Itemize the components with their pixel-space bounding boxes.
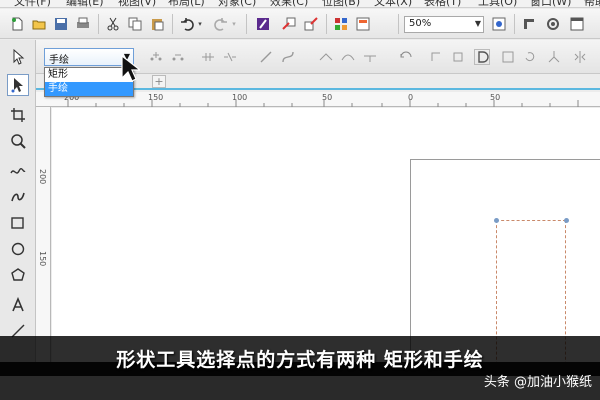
menu-view[interactable]: 视图(V) [118, 0, 156, 7]
shape-node[interactable] [494, 218, 499, 223]
save-icon[interactable] [52, 15, 70, 33]
menu-effects[interactable]: 效果(C) [270, 0, 308, 7]
redo-icon[interactable] [212, 15, 230, 33]
ruler-label: 150 [38, 251, 47, 267]
mirror-nodes-icon[interactable] [572, 49, 588, 65]
shape-node[interactable] [564, 218, 569, 223]
chevron-down-icon: ▼ [474, 19, 481, 28]
smooth-node-icon[interactable] [340, 49, 356, 65]
application-launcher-icon[interactable] [332, 15, 350, 33]
option-freehand[interactable]: 手绘 [45, 82, 133, 96]
extract-subpath-icon[interactable] [450, 49, 466, 65]
view-mode-icon[interactable] [568, 15, 586, 33]
menu-text[interactable]: 文本(X) [374, 0, 412, 7]
rectangle-tool-icon[interactable] [7, 212, 29, 234]
menu-edit[interactable]: 编辑(E) [66, 0, 104, 7]
menu-help[interactable]: 帮助 [584, 0, 600, 7]
full-screen-preview-icon[interactable] [490, 15, 508, 33]
convert-to-curve-icon[interactable] [280, 49, 296, 65]
menu-layout[interactable]: 布局(L) [168, 0, 205, 7]
welcome-screen-icon[interactable] [354, 15, 372, 33]
toolbox [0, 40, 36, 362]
import-icon[interactable] [280, 15, 298, 33]
ruler-label: 200 [38, 169, 47, 185]
menu-bar: 文件(F) 编辑(E) 视图(V) 布局(L) 对象(C) 效果(C) 位图(B… [0, 0, 600, 8]
options-icon[interactable] [544, 15, 562, 33]
break-curve-icon[interactable] [222, 49, 238, 65]
menu-tools[interactable]: 工具(O) [478, 0, 517, 7]
ruler-label: 150 [148, 93, 164, 102]
subtitle-text: 形状工具选择点的方式有两种 矩形和手绘 [116, 349, 484, 371]
convert-to-line-icon[interactable] [258, 49, 274, 65]
paste-icon[interactable] [148, 15, 166, 33]
open-icon[interactable] [30, 15, 48, 33]
ruler-label: 100 [232, 93, 248, 102]
snap-to-icon[interactable] [520, 15, 538, 33]
export-icon[interactable] [302, 15, 320, 33]
cusp-node-icon[interactable] [318, 49, 334, 65]
auto-close-icon[interactable] [474, 49, 490, 65]
add-node-icon[interactable] [148, 49, 164, 65]
reverse-direction-icon[interactable] [398, 49, 414, 65]
vertical-ruler[interactable]: 200 150 [36, 107, 51, 362]
print-icon[interactable] [74, 15, 92, 33]
ruler-label: 0 [408, 93, 414, 102]
undo-dropdown-icon[interactable]: ▾ [196, 15, 204, 33]
app-window: 文件(F) 编辑(E) 视图(V) 布局(L) 对象(C) 效果(C) 位图(B… [0, 0, 600, 362]
ruler-label: 50 [490, 93, 501, 102]
freehand-tool-icon[interactable] [7, 160, 29, 182]
menu-window[interactable]: 窗口(W) [530, 0, 571, 7]
smart-fill-tool-icon[interactable] [7, 186, 29, 208]
new-tab-button[interactable]: + [152, 75, 166, 88]
rotate-node-icon[interactable] [522, 49, 538, 65]
polygon-tool-icon[interactable] [7, 264, 29, 286]
undo-icon[interactable] [178, 15, 196, 33]
shape-tool-icon[interactable] [7, 74, 29, 96]
delete-node-icon[interactable] [170, 49, 186, 65]
stretch-node-icon[interactable] [500, 49, 516, 65]
redo-dropdown-icon[interactable]: ▾ [230, 15, 238, 33]
zoom-tool-icon[interactable] [7, 130, 29, 152]
drawing-canvas[interactable] [52, 108, 600, 362]
menu-object[interactable]: 对象(C) [218, 0, 256, 7]
watermark: 头条 @加油小猴纸 [483, 375, 592, 390]
join-nodes-icon[interactable] [200, 49, 216, 65]
menu-file[interactable]: 文件(F) [14, 0, 51, 7]
search-content-icon[interactable] [254, 15, 272, 33]
cut-icon[interactable] [104, 15, 122, 33]
new-document-icon[interactable] [8, 15, 26, 33]
copy-icon[interactable] [126, 15, 144, 33]
ellipse-tool-icon[interactable] [7, 238, 29, 260]
extend-curve-icon[interactable] [428, 49, 444, 65]
text-tool-icon[interactable] [7, 294, 29, 316]
mouse-cursor-icon [121, 55, 140, 82]
align-nodes-icon[interactable] [546, 49, 562, 65]
selection-mode-value: 手绘 [49, 55, 69, 66]
symmetrical-node-icon[interactable] [362, 49, 378, 65]
zoom-level-value: 50% [409, 18, 432, 29]
standard-toolbar: ▾ ▾ 50% ▼ [0, 9, 600, 39]
pick-tool-icon[interactable] [7, 46, 29, 68]
menu-table[interactable]: 表格(T) [424, 0, 461, 7]
ruler-label: 50 [322, 93, 333, 102]
crop-tool-icon[interactable] [7, 104, 29, 126]
zoom-level-select[interactable]: 50% ▼ [404, 16, 484, 33]
menu-bitmaps[interactable]: 位图(B) [322, 0, 360, 7]
